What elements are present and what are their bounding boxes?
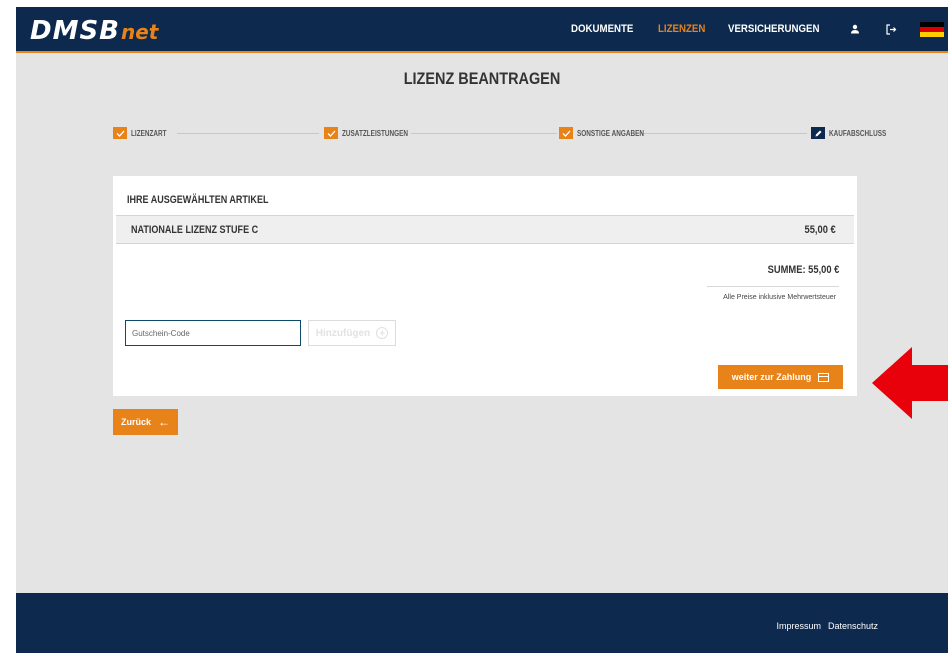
voucher-code-input[interactable] [125,320,301,346]
nav-versicherungen[interactable]: VERSICHERUNGEN [728,23,819,35]
step-kaufabschluss[interactable]: KAUFABSCHLUSS [811,127,901,139]
pencil-icon [811,127,825,139]
check-icon [324,127,338,139]
logo-main-text: DMSB [30,16,120,46]
top-header: DMSB net DOKUMENTE LIZENZEN VERSICHERUNG… [16,7,948,53]
back-button[interactable]: Zurück ← [113,409,178,435]
payment-button-label: weiter zur Zahlung [731,372,812,382]
continue-to-payment-button[interactable]: weiter zur Zahlung [718,365,843,389]
arrow-left-icon: ← [158,415,170,429]
cart-card: IHRE AUSGEWÄHLTEN ARTIKEL NATIONALE LIZE… [113,176,857,396]
step-label: LIZENZART [131,128,167,138]
step-connector [177,133,319,134]
nav-lizenzen[interactable]: LIZENZEN [658,23,705,35]
cart-total: SUMME: 55,00 € [767,264,839,276]
credit-card-icon [818,372,830,382]
step-connector [411,133,557,134]
check-icon [113,127,127,139]
cart-title: IHRE AUSGEWÄHLTEN ARTIKEL [127,194,269,206]
step-lizenzart[interactable]: LIZENZART [113,127,175,139]
step-label: KAUFABSCHLUSS [829,128,887,138]
app-frame: DMSB net DOKUMENTE LIZENZEN VERSICHERUNG… [16,7,948,653]
user-icon[interactable] [848,22,862,36]
tax-note: Alle Preise inklusive Mehrwertsteuer [723,294,836,301]
step-label: ZUSATZLEISTUNGEN [342,128,409,138]
item-name: NATIONALE LIZENZ STUFE C [131,224,259,236]
footer-link-impressum[interactable]: Impressum [776,621,821,631]
back-button-label: Zurück [120,417,151,427]
step-label: SONSTIGE ANGABEN [577,128,644,138]
step-connector [635,133,807,134]
add-voucher-label: Hinzufügen [315,327,371,339]
table-row: NATIONALE LIZENZ STUFE C 55,00 € [116,215,854,244]
dmsb-net-logo[interactable]: DMSB net [30,16,159,46]
nav-dokumente[interactable]: DOKUMENTE [571,23,633,35]
footer-links: Impressum Datenschutz [769,621,878,631]
step-sonstige-angaben[interactable]: SONSTIGE ANGABEN [559,127,661,139]
main-nav: DOKUMENTE LIZENZEN VERSICHERUNGEN [571,7,948,51]
add-voucher-button[interactable]: Hinzufügen + [308,320,396,346]
check-icon [559,127,573,139]
logout-icon[interactable] [884,22,898,36]
progress-stepper: LIZENZART ZUSATZLEISTUNGEN SONSTIGE ANGA… [113,127,886,141]
step-zusatzleistungen[interactable]: ZUSATZLEISTUNGEN [324,127,425,139]
footer: Impressum Datenschutz [16,593,948,653]
page-title: LIZENZ BEANTRAGEN [403,69,561,88]
footer-link-datenschutz[interactable]: Datenschutz [828,621,878,631]
divider [707,286,839,287]
german-flag-icon[interactable] [920,21,944,37]
item-price: 55,00 € [804,224,836,236]
plus-circle-icon: + [376,327,389,339]
logo-net-text: net [121,20,159,44]
red-annotation-arrow-icon [872,347,948,419]
